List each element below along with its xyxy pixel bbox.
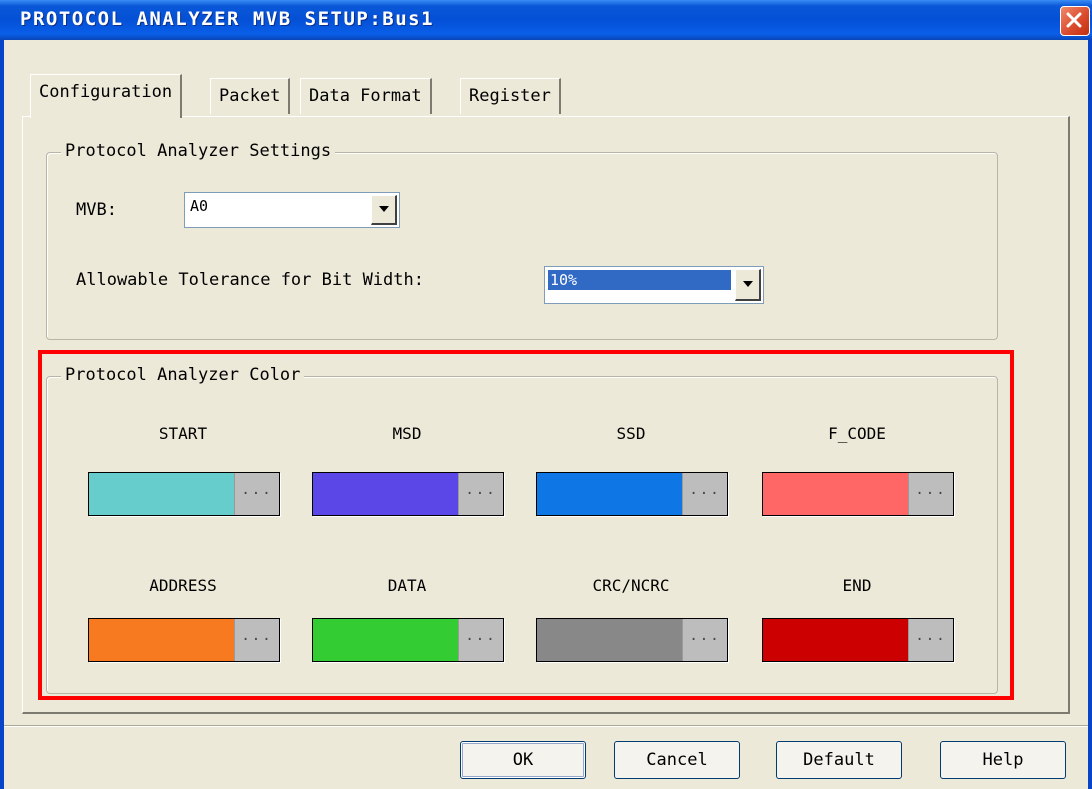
mvb-select[interactable]: A0 bbox=[184, 192, 400, 228]
chevron-down-icon bbox=[379, 206, 389, 212]
tab-label: Configuration bbox=[39, 82, 173, 102]
color-button-f-code[interactable]: ... bbox=[762, 472, 954, 516]
color-picker-button[interactable]: ... bbox=[682, 619, 727, 661]
window-frame-right bbox=[1088, 40, 1092, 789]
color-picker-button[interactable]: ... bbox=[908, 473, 953, 515]
color-label-end: END bbox=[842, 576, 872, 595]
ok-button[interactable]: OK bbox=[460, 741, 586, 779]
mvb-dropdown-button[interactable] bbox=[371, 195, 397, 225]
color-picker-button[interactable]: ... bbox=[234, 473, 279, 515]
chevron-down-icon bbox=[743, 281, 753, 287]
tab-register[interactable]: Register bbox=[460, 78, 561, 114]
cancel-button[interactable]: Cancel bbox=[614, 741, 740, 779]
color-picker-button[interactable]: ... bbox=[458, 473, 503, 515]
settings-group-legend: Protocol Analyzer Settings bbox=[61, 141, 336, 161]
color-label-data: DATA bbox=[387, 576, 427, 595]
color-swatch-crc-ncrc bbox=[537, 619, 683, 661]
color-label-ssd: SSD bbox=[616, 424, 646, 443]
color-button-end[interactable]: ... bbox=[762, 618, 954, 662]
color-label-crc-ncrc: CRC/NCRC bbox=[592, 576, 670, 595]
color-swatch-msd bbox=[313, 473, 459, 515]
tab-label: Data Format bbox=[309, 86, 422, 106]
color-swatch-ssd bbox=[537, 473, 683, 515]
window-title: PROTOCOL ANALYZER MVB SETUP:Bus1 bbox=[20, 8, 435, 30]
mvb-label: MVB: bbox=[76, 200, 117, 220]
help-button[interactable]: Help bbox=[940, 741, 1066, 779]
color-button-data[interactable]: ... bbox=[312, 618, 504, 662]
title-bar[interactable]: PROTOCOL ANALYZER MVB SETUP:Bus1 bbox=[0, 0, 1092, 40]
tolerance-select[interactable]: 10% bbox=[544, 266, 764, 304]
color-button-crc-ncrc[interactable]: ... bbox=[536, 618, 728, 662]
color-swatch-address bbox=[89, 619, 235, 661]
tab-label: Register bbox=[469, 86, 551, 106]
color-picker-button[interactable]: ... bbox=[682, 473, 727, 515]
color-swatch-f-code bbox=[763, 473, 909, 515]
tab-label: Packet bbox=[219, 86, 281, 106]
color-button-address[interactable]: ... bbox=[88, 618, 280, 662]
color-label-start: START bbox=[158, 424, 208, 443]
color-swatch-data bbox=[313, 619, 459, 661]
color-label-f-code: F_CODE bbox=[828, 424, 886, 443]
color-button-msd[interactable]: ... bbox=[312, 472, 504, 516]
tolerance-dropdown-button[interactable] bbox=[735, 269, 761, 301]
color-label-msd: MSD bbox=[392, 424, 422, 443]
color-picker-button[interactable]: ... bbox=[458, 619, 503, 661]
tolerance-select-value: 10% bbox=[548, 270, 731, 290]
tab-packet[interactable]: Packet bbox=[210, 78, 291, 114]
color-button-ssd[interactable]: ... bbox=[536, 472, 728, 516]
default-button[interactable]: Default bbox=[776, 741, 902, 779]
dialog-window: PROTOCOL ANALYZER MVB SETUP:Bus1 Configu… bbox=[0, 0, 1092, 789]
color-picker-button[interactable]: ... bbox=[234, 619, 279, 661]
tab-data-format[interactable]: Data Format bbox=[300, 78, 432, 114]
color-button-start[interactable]: ... bbox=[88, 472, 280, 516]
tolerance-label: Allowable Tolerance for Bit Width: bbox=[76, 270, 424, 290]
mvb-select-value: A0 bbox=[190, 197, 209, 215]
window-frame-left bbox=[0, 40, 4, 789]
button-separator bbox=[4, 725, 1088, 727]
settings-group: Protocol Analyzer Settings bbox=[46, 141, 998, 340]
color-label-address: ADDRESS bbox=[149, 576, 217, 595]
color-picker-button[interactable]: ... bbox=[908, 619, 953, 661]
color-swatch-start bbox=[89, 473, 235, 515]
close-button[interactable] bbox=[1060, 6, 1090, 36]
tab-configuration[interactable]: Configuration bbox=[30, 74, 183, 118]
close-icon bbox=[1066, 12, 1082, 28]
color-group-legend: Protocol Analyzer Color bbox=[61, 365, 305, 385]
color-swatch-end bbox=[763, 619, 909, 661]
